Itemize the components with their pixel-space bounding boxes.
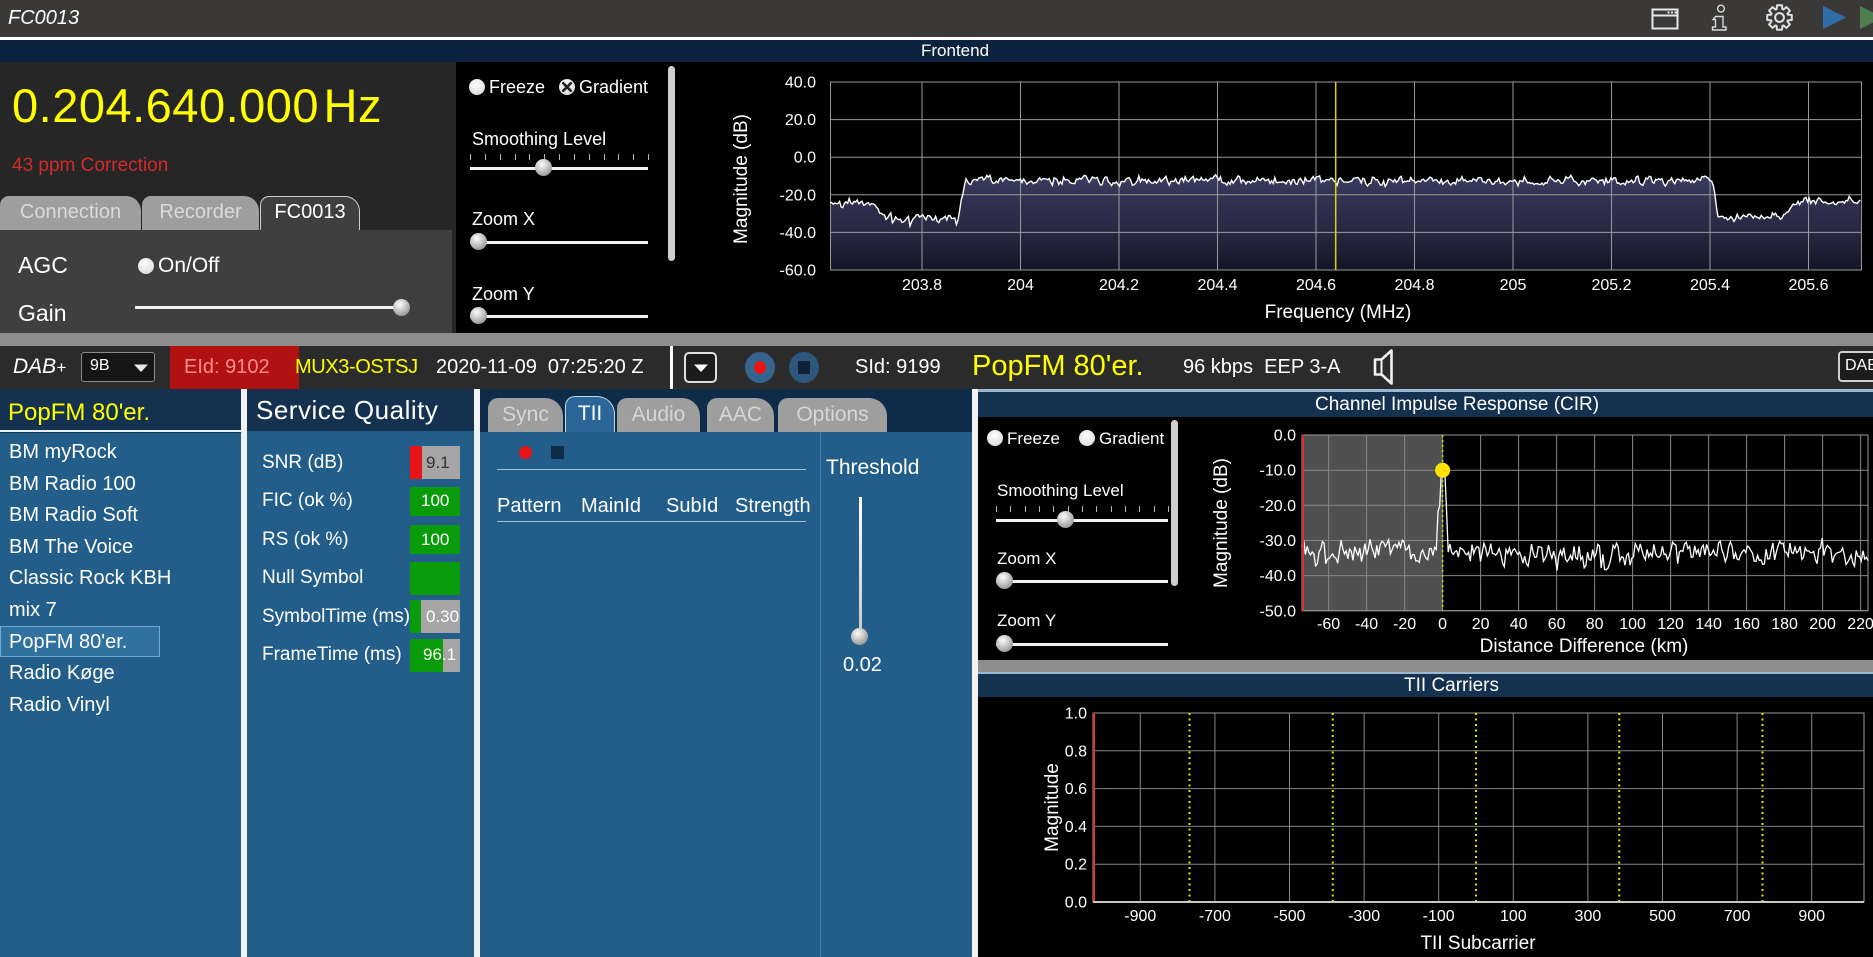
svg-text:0: 0: [1438, 616, 1447, 633]
svg-text:-500: -500: [1273, 908, 1305, 925]
svg-text:100: 100: [1619, 616, 1646, 633]
svg-text:-40.0: -40.0: [1260, 568, 1297, 585]
svg-text:TII Subcarrier: TII Subcarrier: [1420, 933, 1536, 954]
svg-text:204: 204: [1007, 277, 1034, 294]
svg-text:900: 900: [1798, 908, 1825, 925]
svg-text:-900: -900: [1124, 908, 1156, 925]
svg-text:-300: -300: [1348, 908, 1380, 925]
svg-text:Frequency (MHz): Frequency (MHz): [1265, 302, 1412, 323]
svg-text:205.2: 205.2: [1591, 277, 1631, 294]
svg-text:-20: -20: [1393, 616, 1416, 633]
svg-text:Magnitude (dB): Magnitude (dB): [731, 114, 752, 244]
svg-text:0.6: 0.6: [1065, 781, 1087, 798]
svg-text:20: 20: [1472, 616, 1490, 633]
svg-text:0.8: 0.8: [1065, 743, 1087, 760]
svg-text:200: 200: [1809, 616, 1836, 633]
svg-text:205.4: 205.4: [1690, 277, 1730, 294]
svg-text:Magnitude (dB): Magnitude (dB): [1211, 458, 1232, 588]
svg-text:-60.0: -60.0: [780, 263, 817, 280]
svg-text:-20.0: -20.0: [1260, 498, 1297, 515]
svg-text:205: 205: [1500, 277, 1527, 294]
svg-text:120: 120: [1657, 616, 1684, 633]
svg-text:205.6: 205.6: [1788, 277, 1828, 294]
svg-text:-40: -40: [1355, 616, 1378, 633]
svg-text:204.2: 204.2: [1099, 277, 1139, 294]
svg-text:40.0: 40.0: [785, 75, 816, 92]
svg-text:-50.0: -50.0: [1260, 603, 1297, 620]
svg-text:80: 80: [1586, 616, 1604, 633]
svg-text:-60: -60: [1317, 616, 1340, 633]
svg-text:204.4: 204.4: [1197, 277, 1237, 294]
svg-text:160: 160: [1733, 616, 1760, 633]
svg-text:100: 100: [1500, 908, 1527, 925]
svg-text:204.6: 204.6: [1296, 277, 1336, 294]
svg-text:1.0: 1.0: [1065, 706, 1087, 723]
svg-text:204.8: 204.8: [1394, 277, 1434, 294]
svg-text:-700: -700: [1199, 908, 1231, 925]
svg-text:Distance Difference (km): Distance Difference (km): [1480, 636, 1689, 657]
svg-text:-40.0: -40.0: [780, 225, 817, 242]
svg-text:-30.0: -30.0: [1260, 533, 1297, 550]
svg-text:180: 180: [1771, 616, 1798, 633]
svg-text:220: 220: [1847, 616, 1873, 633]
svg-text:Magnitude: Magnitude: [1042, 763, 1063, 852]
svg-text:0.0: 0.0: [794, 150, 816, 167]
svg-text:300: 300: [1575, 908, 1602, 925]
svg-text:0.0: 0.0: [1065, 895, 1087, 912]
svg-text:0.2: 0.2: [1065, 857, 1087, 874]
svg-text:140: 140: [1695, 616, 1722, 633]
svg-text:-20.0: -20.0: [780, 187, 817, 204]
svg-text:-10.0: -10.0: [1260, 463, 1297, 480]
svg-text:60: 60: [1548, 616, 1566, 633]
svg-text:203.8: 203.8: [902, 277, 942, 294]
svg-text:500: 500: [1649, 908, 1676, 925]
svg-text:-100: -100: [1423, 908, 1455, 925]
svg-text:0.4: 0.4: [1065, 819, 1087, 836]
svg-text:20.0: 20.0: [785, 112, 816, 129]
svg-text:0.0: 0.0: [1274, 428, 1296, 445]
svg-text:40: 40: [1510, 616, 1528, 633]
svg-text:700: 700: [1724, 908, 1751, 925]
